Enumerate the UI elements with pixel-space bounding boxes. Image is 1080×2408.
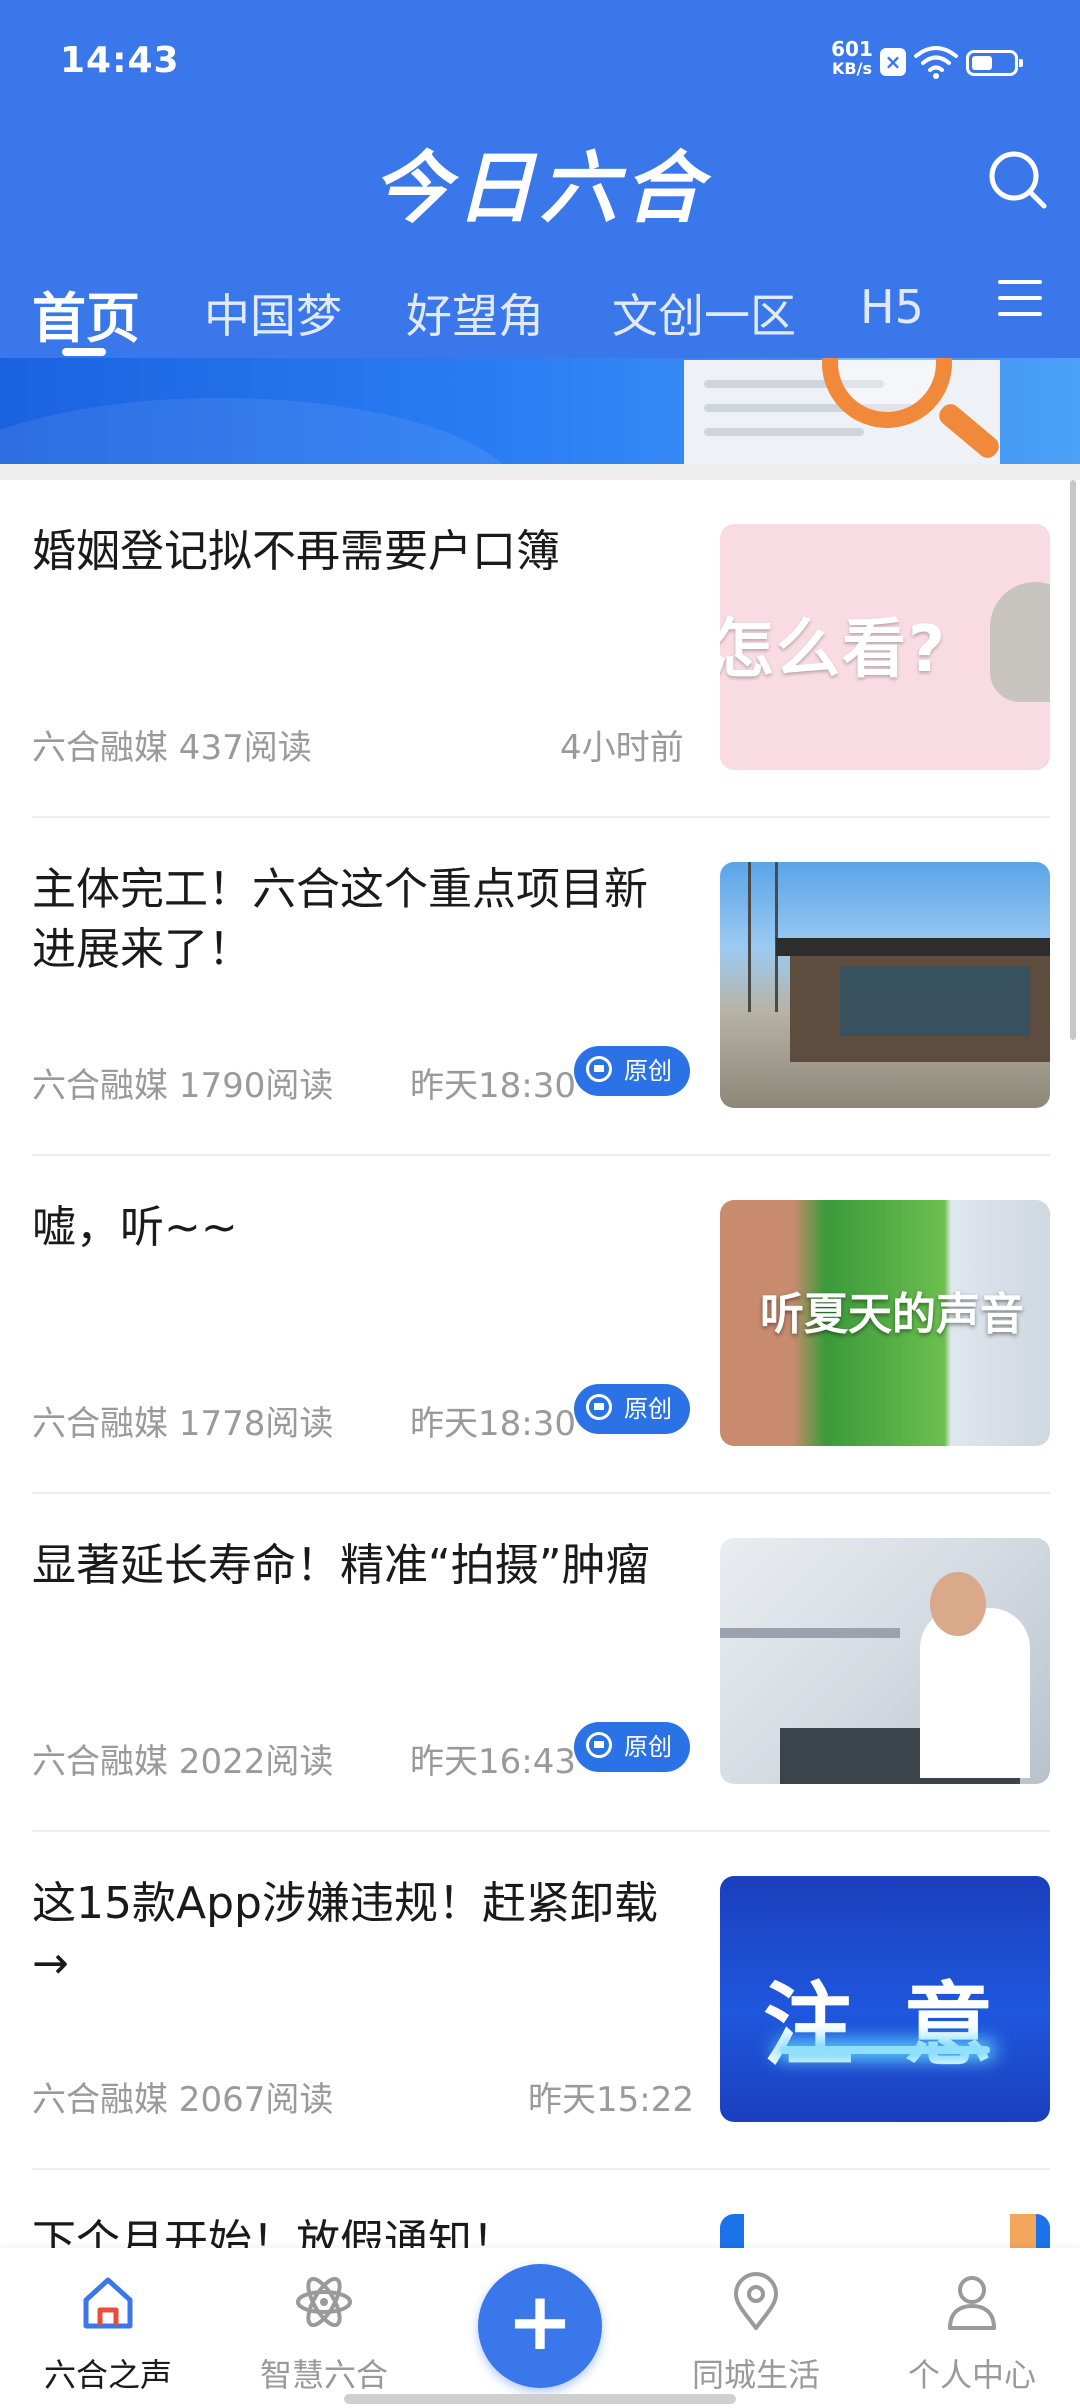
nav-label: 智慧六合: [259, 2356, 388, 2394]
status-time: 14:43: [60, 40, 180, 81]
news-title: 显著延长寿命！精准“拍摄”肿瘤: [32, 1540, 650, 1591]
nav-item-smart[interactable]: 智慧六合: [216, 2248, 432, 2408]
nav-item-home[interactable]: 六合之声: [0, 2248, 216, 2408]
crown-icon: [586, 1394, 612, 1420]
news-item[interactable]: 下个月开始！放假通知！: [0, 2170, 1080, 2248]
battery-icon: [966, 50, 1023, 76]
original-badge-label: 原创: [624, 1395, 672, 1423]
atom-icon: [296, 2276, 352, 2328]
wifi-icon: [914, 46, 958, 79]
news-thumbnail: 怎么看?: [720, 524, 1050, 770]
nav-item-profile[interactable]: 个人中心: [864, 2248, 1080, 2408]
news-time: 昨天16:43: [410, 1742, 576, 1782]
news-thumbnail: 听夏天的声音: [720, 1200, 1050, 1446]
banner-carousel[interactable]: [0, 358, 1080, 464]
original-badge-label: 原创: [624, 1733, 672, 1761]
tab-china-dream[interactable]: 中国梦: [204, 280, 342, 346]
network-speed-value: 601: [831, 37, 873, 61]
sim-x-icon: ×: [880, 48, 906, 76]
news-source-reads: 六合融媒 2067阅读: [32, 2080, 334, 2120]
app-title: 今日六合: [371, 143, 708, 234]
section-divider: [0, 464, 1080, 480]
bottom-navigation: 六合之声 智慧六合 + 同城生活 个人中心: [0, 2248, 1080, 2408]
channel-tabs: 首页 中国梦 好望角 文创一区 H5: [0, 268, 1080, 358]
news-item[interactable]: 婚姻登记拟不再需要户口簿 六合融媒 437阅读 4小时前 怎么看?: [0, 480, 1080, 818]
news-time: 昨天18:30: [410, 1066, 576, 1106]
network-speed: 601 KB/s: [822, 37, 882, 78]
news-time: 昨天18:30: [410, 1404, 576, 1444]
news-source-reads: 六合融媒 437阅读: [32, 728, 312, 768]
thumbnail-caption: 听夏天的声音: [760, 1289, 1024, 1340]
cat-graphic: [990, 582, 1050, 702]
news-thumbnail: [720, 1538, 1050, 1784]
news-thumbnail: [720, 862, 1050, 1108]
power-tower-graphic: [748, 862, 778, 1012]
status-bar: 14:43 601 KB/s ×: [0, 0, 1080, 120]
tab-home[interactable]: 首页: [32, 274, 140, 353]
person-icon: [948, 2276, 996, 2330]
nav-label: 个人中心: [907, 2356, 1036, 2394]
news-title: 主体完工！六合这个重点项目新进展来了！: [32, 864, 648, 975]
tab-good-hope[interactable]: 好望角: [406, 280, 544, 346]
thumbnail-caption: 怎么看?: [720, 613, 948, 687]
news-title: 嘘，听~~: [32, 1202, 238, 1253]
news-time: 4小时前: [560, 728, 684, 768]
nav-label: 六合之声: [43, 2356, 172, 2394]
news-title: 下个月开始！放假通知！: [32, 2216, 516, 2248]
plus-icon[interactable]: +: [478, 2264, 602, 2388]
news-title: 这15款App涉嫌违规！赶紧卸载→: [32, 1878, 658, 1989]
scrollbar[interactable]: [1070, 480, 1076, 1040]
news-source-reads: 六合融媒 1790阅读: [32, 1066, 334, 1106]
network-speed-unit: KB/s: [832, 59, 872, 78]
tab-h5[interactable]: H5: [860, 280, 924, 334]
news-thumbnail: 注意: [720, 1876, 1050, 2122]
news-source-reads: 六合融媒 1778阅读: [32, 1404, 334, 1444]
news-item[interactable]: 主体完工！六合这个重点项目新进展来了！ 六合融媒 1790阅读 昨天18:30 …: [0, 818, 1080, 1156]
original-badge: 原创: [574, 1384, 690, 1434]
news-item[interactable]: 显著延长寿命！精准“拍摄”肿瘤 六合融媒 2022阅读 昨天16:43 原创: [0, 1494, 1080, 1832]
home-icon: [83, 2277, 133, 2329]
news-item[interactable]: 这15款App涉嫌违规！赶紧卸载→ 六合融媒 2067阅读 昨天15:22 注意: [0, 1832, 1080, 2170]
nav-label: 同城生活: [691, 2356, 820, 2394]
thumbnail-caption: 注意: [763, 1973, 1043, 2078]
news-list: 婚姻登记拟不再需要户口簿 六合融媒 437阅读 4小时前 怎么看? 主体完工！六…: [0, 480, 1080, 2248]
app-header: 14:43 601 KB/s × 今日六合 首页 中国梦 好望角 文创一区 H5: [0, 0, 1080, 358]
original-badge-label: 原创: [624, 1057, 672, 1085]
news-item[interactable]: 嘘，听~~ 六合融媒 1778阅读 昨天18:30 原创 听夏天的声音: [0, 1156, 1080, 1494]
location-pin-icon: [734, 2272, 778, 2330]
news-thumbnail: [720, 2214, 1050, 2248]
menu-icon[interactable]: [998, 280, 1042, 320]
active-tab-indicator: [62, 348, 106, 356]
original-badge: 原创: [574, 1722, 690, 1772]
news-source-reads: 六合融媒 2022阅读: [32, 1742, 334, 1782]
nav-item-local-life[interactable]: 同城生活: [648, 2248, 864, 2408]
news-title: 婚姻登记拟不再需要户口簿: [32, 526, 560, 577]
original-badge: 原创: [574, 1046, 690, 1096]
tab-creative-zone[interactable]: 文创一区: [612, 280, 796, 346]
crown-icon: [586, 1056, 612, 1082]
crown-icon: [586, 1732, 612, 1758]
news-time: 昨天15:22: [528, 2080, 694, 2120]
gesture-bar: [344, 2394, 736, 2404]
search-icon[interactable]: [986, 148, 1048, 210]
